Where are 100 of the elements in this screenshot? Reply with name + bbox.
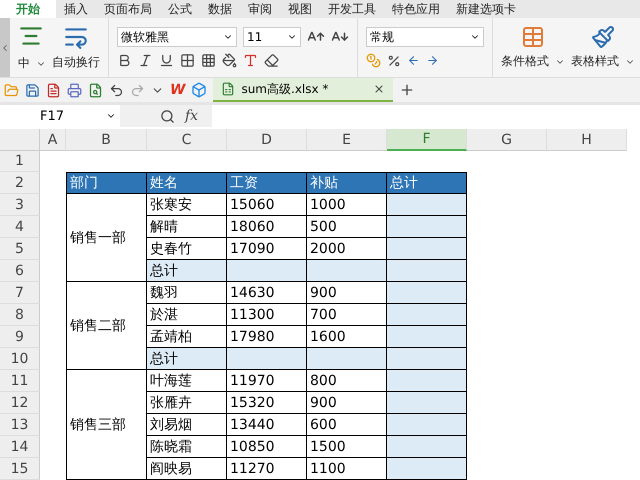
italic-icon[interactable] (138, 53, 153, 68)
row-header[interactable]: 10 (0, 348, 40, 370)
table-cell: 史春竹 (147, 238, 227, 260)
ribbon-tab[interactable]: 新建选项卡 (448, 0, 524, 18)
document-tab[interactable]: sum高级.xlsx * (213, 78, 394, 102)
header-cell: 补贴 (307, 172, 387, 194)
function-button[interactable]: fx (185, 108, 198, 124)
table-style-label[interactable]: 表格样式 (571, 53, 619, 70)
close-icon[interactable] (373, 83, 386, 95)
column-header[interactable]: C (147, 129, 227, 151)
column-header[interactable]: F (387, 129, 467, 151)
table-cell: 孟靖柏 (147, 326, 227, 348)
table-cell: 1500 (307, 436, 387, 458)
undo-icon[interactable] (109, 82, 124, 98)
cell-border-icon[interactable] (201, 53, 216, 68)
table-cell: 2000 (307, 238, 387, 260)
row-header[interactable]: 4 (0, 216, 40, 238)
table-cell: 1000 (307, 194, 387, 216)
row-header[interactable]: 2 (0, 172, 40, 194)
table-cell: 17980 (227, 326, 307, 348)
row-header[interactable]: 9 (0, 326, 40, 348)
table-cell: 魏羽 (147, 282, 227, 304)
table-cell: 阎映易 (147, 458, 227, 480)
table-cell: 11970 (227, 370, 307, 392)
eraser-icon[interactable] (264, 53, 279, 68)
app-logo[interactable]: W (170, 82, 186, 98)
row-header[interactable]: 7 (0, 282, 40, 304)
ribbon-tab[interactable]: 特色应用 (384, 0, 448, 18)
bold-icon[interactable] (117, 53, 132, 68)
table-cell: 於湛 (147, 304, 227, 326)
fill-color-icon[interactable] (222, 53, 237, 68)
table-cell: 张寒安 (147, 194, 227, 216)
print-preview-icon[interactable] (88, 82, 103, 98)
table-cell: 解晴 (147, 216, 227, 238)
header-cell: 工资 (227, 172, 307, 194)
document-title: sum高级.xlsx * (241, 80, 330, 98)
spreadsheet-icon[interactable] (221, 82, 236, 96)
zoom-icon[interactable] (160, 108, 175, 124)
table-cell: 700 (307, 304, 387, 326)
table-cell: 500 (307, 216, 387, 238)
table-cell: 总计 (147, 260, 227, 282)
row-header[interactable]: 8 (0, 304, 40, 326)
row-header[interactable]: 13 (0, 414, 40, 436)
table-cell: 叶海莲 (147, 370, 227, 392)
wrap-text-label[interactable]: 自动换行 (52, 54, 100, 71)
column-header[interactable]: G (467, 129, 547, 151)
table-cell: 陈晓霜 (147, 436, 227, 458)
formula-input[interactable] (212, 105, 640, 127)
column-header[interactable]: A (40, 129, 66, 151)
table-cell: 11270 (227, 458, 307, 480)
table-cell: 900 (307, 282, 387, 304)
table-cell: 销售三部 (66, 370, 147, 480)
table-cell: 10850 (227, 436, 307, 458)
ribbon-tab[interactable]: 视图 (280, 0, 320, 18)
row-header[interactable]: 3 (0, 194, 40, 216)
row-header[interactable]: 15 (0, 458, 40, 480)
percent-icon[interactable] (387, 54, 401, 68)
ribbon-tab[interactable]: 开始 (0, 0, 56, 18)
column-header[interactable]: B (66, 129, 147, 151)
column-header[interactable]: D (227, 129, 307, 151)
header-cell: 部门 (66, 172, 147, 194)
table-cell: 17090 (227, 238, 307, 260)
font-size-select[interactable]: 11 (243, 27, 301, 47)
name-box[interactable]: F17 (0, 105, 120, 127)
ribbon-tab[interactable]: 审阅 (240, 0, 280, 18)
row-header[interactable]: 1 (0, 151, 40, 172)
table-cell: 15060 (227, 194, 307, 216)
table-cell: 13440 (227, 414, 307, 436)
ribbon-tab[interactable]: 公式 (160, 0, 200, 18)
cube-icon[interactable] (191, 82, 208, 98)
row-header[interactable]: 12 (0, 392, 40, 414)
table-cell: 15320 (227, 392, 307, 414)
table-cell: 销售一部 (66, 194, 147, 282)
ribbon-tab[interactable]: 开发工具 (320, 0, 384, 18)
header-cell: 总计 (387, 172, 467, 194)
table-cell: 销售二部 (66, 282, 147, 370)
ribbon-tab[interactable]: 页面布局 (96, 0, 160, 18)
table-cell: 张雁卉 (147, 392, 227, 414)
underline-icon[interactable] (159, 53, 174, 68)
font-select[interactable]: 微软雅黑 (117, 27, 237, 47)
number-format-select[interactable]: 常规 (366, 27, 484, 47)
table-cell: 1100 (307, 458, 387, 480)
row-header[interactable]: 14 (0, 436, 40, 458)
column-header[interactable]: H (547, 129, 627, 151)
print-icon[interactable] (67, 82, 82, 98)
row-header[interactable]: 5 (0, 238, 40, 260)
font-color-icon[interactable] (243, 53, 258, 68)
conditional-format-label[interactable]: 条件格式 (501, 53, 549, 70)
save-icon[interactable] (25, 82, 40, 98)
column-header[interactable]: E (307, 129, 387, 151)
row-header[interactable]: 11 (0, 370, 40, 392)
ribbon-tab[interactable]: 数据 (200, 0, 240, 18)
table-cell: 刘易烟 (147, 414, 227, 436)
border-icon[interactable] (180, 53, 195, 68)
table-cell: 800 (307, 370, 387, 392)
row-header[interactable]: 6 (0, 260, 40, 282)
merge-center-label[interactable]: 中 (18, 55, 30, 72)
ribbon-tab[interactable]: 插入 (56, 0, 96, 18)
table-cell: 1600 (307, 326, 387, 348)
header-cell: 姓名 (147, 172, 227, 194)
